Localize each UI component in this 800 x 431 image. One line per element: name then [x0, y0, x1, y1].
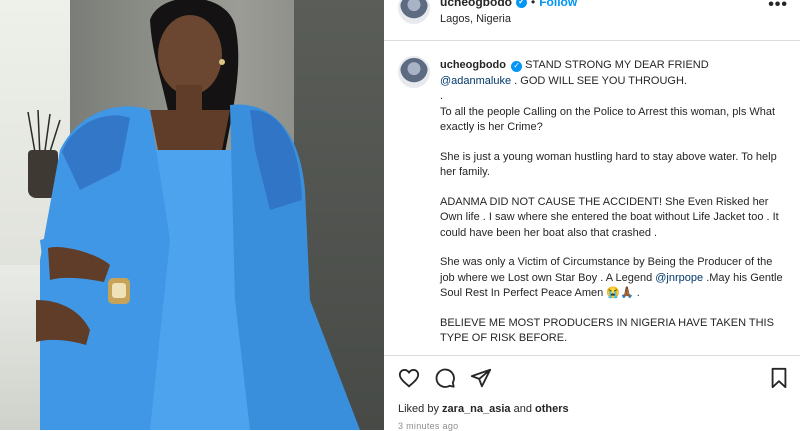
post-header: ucheogbodo ✓ • Follow [440, 0, 577, 9]
heart-icon[interactable] [398, 367, 420, 389]
liked-by-others[interactable]: others [535, 403, 569, 415]
header-divider [384, 40, 800, 41]
mention-link[interactable]: @jnrpope [655, 272, 703, 284]
caption-paragraph: To all the people Calling on the Police … [440, 105, 776, 134]
caption-paragraph: BELIEVE ME MOST PRODUCERS IN NIGERIA HAV… [440, 316, 774, 345]
caption-author-avatar[interactable] [398, 56, 430, 88]
comment-icon[interactable] [434, 367, 456, 389]
more-options-icon[interactable]: ••• [768, 0, 788, 14]
liked-by-prefix: Liked by [398, 403, 439, 415]
liked-by-and: and [513, 403, 532, 415]
caption-paragraph: ADANMA DID NOT CAUSE THE ACCIDENT! She E… [440, 195, 779, 239]
caption-paragraph: She is just a young woman hustling hard … [440, 150, 777, 179]
caption-dot-line: . [440, 90, 444, 102]
verified-badge-icon: ✓ [511, 60, 523, 72]
caption-line1-rest: . GOD WILL SEE YOU THROUGH. [514, 74, 687, 87]
post-actions [398, 367, 492, 389]
likes-summary: Liked by zara_na_asia and others [398, 403, 569, 415]
post-image[interactable] [0, 0, 384, 430]
caption-username[interactable]: ucheogbodo [440, 59, 506, 71]
mention-link[interactable]: @adanmaluke [440, 75, 511, 87]
caption-line1: STAND STRONG MY DEAR FRIEND [525, 59, 709, 71]
person-illustration [36, 0, 360, 430]
liked-by-user[interactable]: zara_na_asia [442, 403, 511, 415]
bookmark-icon[interactable] [768, 367, 790, 389]
header-separator: • [531, 0, 536, 9]
author-avatar[interactable] [398, 0, 430, 24]
post-location[interactable]: Lagos, Nigeria [440, 13, 511, 25]
post-detail-panel: ucheogbodo ✓ • Follow Lagos, Nigeria •••… [384, 0, 800, 431]
verified-badge-icon: ✓ [516, 0, 527, 8]
follow-button[interactable]: Follow [539, 0, 577, 9]
post-caption: ucheogbodo ✓ STAND STRONG MY DEAR FRIEND… [440, 58, 786, 361]
author-username[interactable]: ucheogbodo [440, 0, 512, 9]
share-icon[interactable] [470, 367, 492, 389]
actions-divider [384, 355, 800, 356]
